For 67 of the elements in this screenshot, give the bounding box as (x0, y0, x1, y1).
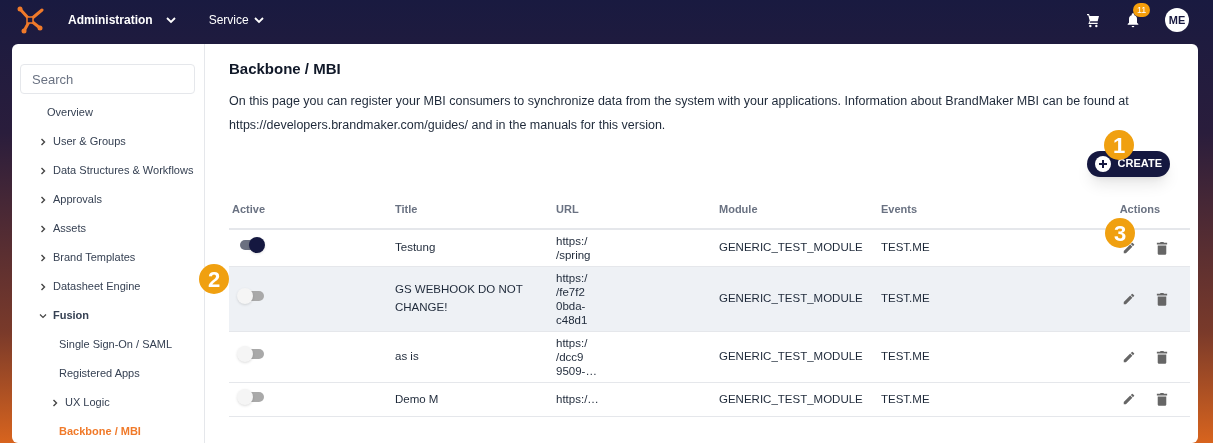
column-header: Events (881, 202, 918, 215)
sidebar-item[interactable]: Datasheet Engine (20, 272, 194, 301)
toggle-switch[interactable] (237, 388, 265, 405)
callout-badge: 1 (1104, 130, 1134, 160)
column-header: Active (232, 202, 266, 215)
sidebar-item[interactable]: Overview (20, 98, 194, 127)
logo-icon[interactable] (16, 6, 44, 34)
title-cell: Demo M (395, 392, 439, 405)
events-cell: TEST.ME (881, 349, 930, 362)
toggle-switch[interactable] (237, 345, 265, 362)
chevron-down-icon (252, 14, 265, 26)
sidebar-item[interactable]: UX Logic (20, 388, 194, 417)
bell-icon[interactable] (1125, 11, 1141, 29)
module-cell: GENERIC_TEST_MODULE (719, 392, 863, 405)
url-cell-text: https:/ /dcc9 9509-… (556, 335, 598, 378)
column-header: Actions (1119, 202, 1160, 215)
callout-badge: 2 (199, 264, 229, 294)
module-cell: GENERIC_TEST_MODULE (719, 240, 863, 253)
events-cell: TEST.ME (881, 240, 930, 253)
url-cell-text: https:/ /spring (556, 233, 592, 262)
sidebar-item[interactable]: Approvals (20, 185, 194, 214)
chevron-down-icon (39, 311, 47, 320)
pencil-icon[interactable] (1122, 291, 1136, 306)
toggle-switch[interactable] (237, 287, 265, 304)
trash-icon[interactable] (1156, 291, 1168, 306)
column-header: Module (719, 202, 758, 215)
title-cell: Testung (395, 240, 436, 253)
url-cell-text: https:/… (556, 392, 600, 407)
column-header: Title (395, 202, 418, 215)
pencil-icon[interactable] (1122, 240, 1136, 255)
cart-icon[interactable] (1085, 12, 1101, 28)
chevron-down-icon (164, 14, 177, 26)
chevron-right-icon (39, 137, 47, 146)
trash-icon[interactable] (1156, 392, 1168, 407)
sidebar-item[interactable]: Registered Apps (20, 359, 194, 388)
column-header: URL (556, 202, 579, 215)
sidebar-item[interactable]: Data Structures & Workflows (20, 156, 194, 185)
module-cell: GENERIC_TEST_MODULE (719, 291, 863, 304)
chevron-right-icon (39, 166, 47, 175)
avatar[interactable]: ME (1165, 8, 1189, 32)
notification-badge: 11 (1133, 3, 1151, 17)
pencil-icon[interactable] (1122, 392, 1136, 407)
chevron-right-icon (39, 195, 47, 204)
chevron-right-icon (39, 253, 47, 262)
pencil-icon[interactable] (1122, 349, 1136, 364)
search-field[interactable]: Search (20, 64, 195, 94)
page-title: Backbone / MBI (229, 59, 342, 79)
sidebar-item[interactable]: Single Sign-On / SAML (20, 330, 194, 359)
title-cell: GS WEBHOOK DO NOT CHANGE! (395, 283, 523, 313)
chevron-right-icon (39, 282, 47, 291)
nav-menu[interactable]: Service (208, 11, 265, 29)
sidebar-item[interactable]: User & Groups (20, 127, 194, 156)
events-cell: TEST.ME (881, 392, 930, 405)
title-cell: as is (395, 349, 419, 362)
sidebar-item[interactable]: Assets (20, 214, 194, 243)
url-cell-text: https:/ /fe7f2 0bda- c48d1 (556, 270, 589, 327)
plus-circle-icon (1094, 155, 1111, 172)
trash-icon[interactable] (1156, 240, 1168, 255)
chevron-right-icon (51, 398, 59, 407)
callout-badge: 3 (1105, 218, 1135, 248)
events-cell: TEST.ME (881, 291, 930, 304)
chevron-right-icon (39, 224, 47, 233)
trash-icon[interactable] (1156, 349, 1168, 364)
sidebar-item[interactable]: Fusion (20, 301, 194, 330)
sidebar-item[interactable]: Brand Templates (20, 243, 194, 272)
nav-menu[interactable]: Administration (68, 11, 177, 29)
module-cell: GENERIC_TEST_MODULE (719, 349, 863, 362)
